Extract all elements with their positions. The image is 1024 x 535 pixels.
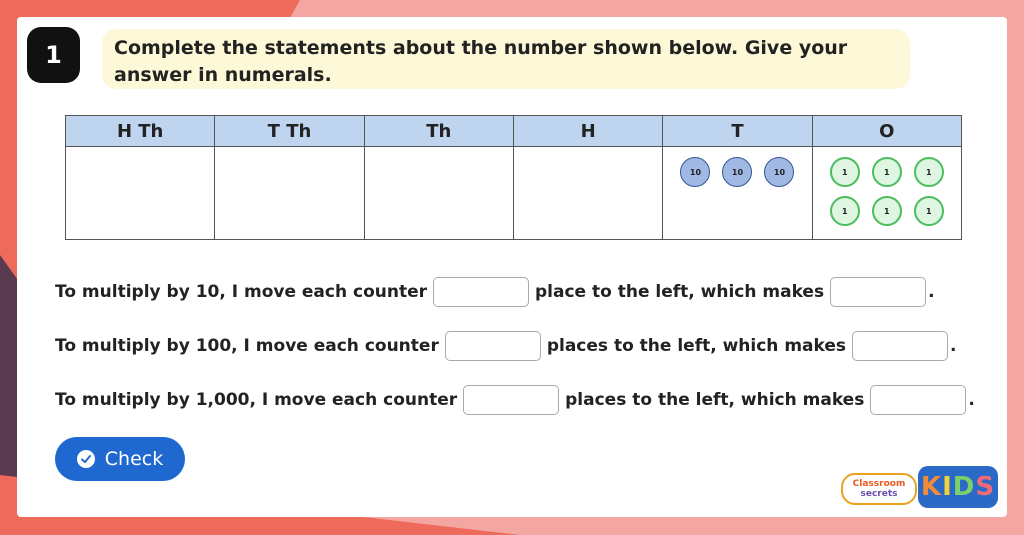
question-prompt: Complete the statements about the number… xyxy=(102,29,910,89)
one-counter: 1 xyxy=(829,196,860,226)
one-counter: 1 xyxy=(913,196,944,226)
kids-logo: K I D S xyxy=(918,466,998,508)
statement-text: To multiply by 100, I move each counter xyxy=(55,336,439,356)
classroom-secrets-logo: Classroom secrets xyxy=(841,473,917,505)
answer-input-places[interactable] xyxy=(444,331,541,361)
kids-letter: I xyxy=(942,472,953,502)
statement-text: To multiply by 10, I move each counter xyxy=(55,282,427,302)
table-row: 10 10 10 1 1 1 1 1 1 xyxy=(64,146,963,240)
question-number-badge: 1 xyxy=(27,27,80,83)
cell-hundreds xyxy=(512,146,664,240)
statement-text: place to the left, which makes xyxy=(535,282,825,302)
logo-text: Classroom xyxy=(852,479,906,489)
one-counter: 1 xyxy=(913,157,944,187)
statement-3: To multiply by 1,000, I move each counte… xyxy=(55,383,975,417)
statement-1: To multiply by 10, I move each counter p… xyxy=(55,275,935,309)
column-header-ones: O xyxy=(811,115,963,147)
statement-end: . xyxy=(950,336,957,356)
check-button-label: Check xyxy=(104,448,164,470)
cell-ones: 1 1 1 1 1 1 xyxy=(811,146,963,240)
statement-end: . xyxy=(968,390,975,410)
column-header-tens: T xyxy=(662,115,813,147)
statement-text: places to the left, which makes xyxy=(565,390,865,410)
answer-input-result[interactable] xyxy=(852,331,949,361)
answer-input-result[interactable] xyxy=(870,385,967,415)
answer-input-places[interactable] xyxy=(433,277,529,307)
kids-letter: S xyxy=(975,472,996,502)
statement-2: To multiply by 100, I move each counter … xyxy=(55,329,956,363)
one-counter: 1 xyxy=(871,157,902,187)
cell-tens: 10 10 10 xyxy=(662,146,813,240)
kids-letter: K xyxy=(920,472,943,502)
cell-thousands xyxy=(363,146,514,240)
column-header-hundred-thousands: H Th xyxy=(64,115,216,147)
ten-counter: 10 xyxy=(722,157,753,187)
column-header-hundreds: H xyxy=(512,115,664,147)
check-button[interactable]: Check xyxy=(55,437,185,481)
place-value-table: H Th T Th Th H T O 10 10 10 1 1 1 1 1 1 xyxy=(64,115,963,240)
logo-text: secrets xyxy=(860,489,898,499)
one-counter: 1 xyxy=(871,196,902,226)
table-header-row: H Th T Th Th H T O xyxy=(64,115,963,147)
kids-letter: D xyxy=(952,472,976,502)
statement-text: places to the left, which makes xyxy=(546,336,847,356)
statement-end: . xyxy=(928,282,935,302)
cell-ten-thousands xyxy=(214,146,365,240)
statement-text: To multiply by 1,000, I move each counte… xyxy=(55,390,458,410)
cell-hundred-thousands xyxy=(64,146,216,240)
ten-counter: 10 xyxy=(764,157,795,187)
answer-input-places[interactable] xyxy=(463,385,560,415)
question-card: 1 Complete the statements about the numb… xyxy=(17,17,1007,517)
ten-counter: 10 xyxy=(680,157,711,187)
column-header-thousands: Th xyxy=(363,115,514,147)
answer-input-result[interactable] xyxy=(830,277,927,307)
check-circle-icon xyxy=(76,450,95,468)
column-header-ten-thousands: T Th xyxy=(214,115,365,147)
one-counter: 1 xyxy=(829,157,860,187)
